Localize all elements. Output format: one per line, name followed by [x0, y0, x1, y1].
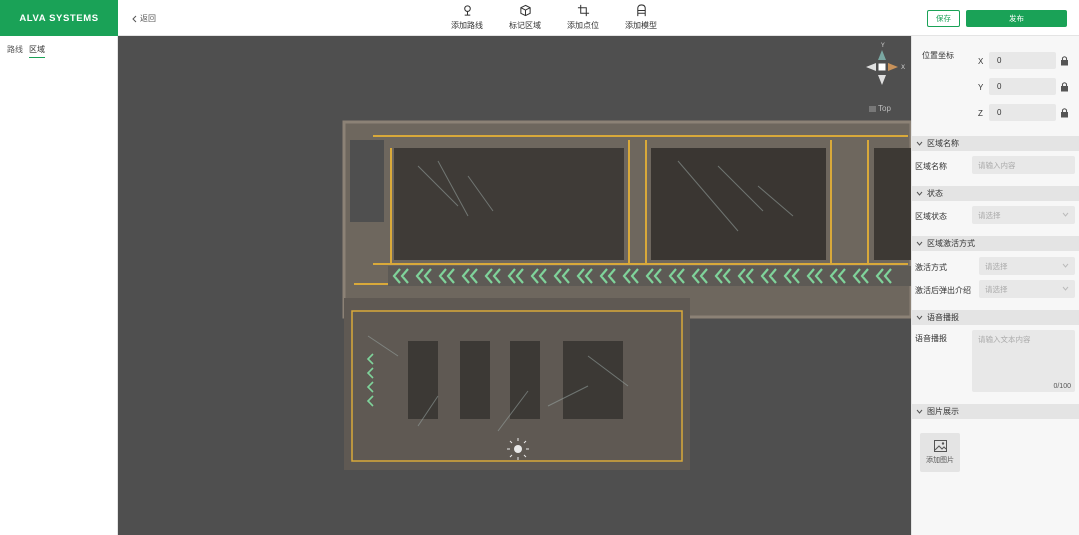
lock-icon[interactable] [1060, 107, 1069, 118]
gizmo-neg-y-arrow [878, 75, 886, 85]
coordinate-x-input[interactable]: 0 [989, 52, 1056, 69]
voice-label: 语音播报 [915, 334, 947, 343]
gizmo-y-arrow [878, 50, 886, 60]
tool-group: 添加路线 标记区域 添加点位 添加模型 [438, 4, 670, 34]
chevron-down-icon [916, 191, 923, 196]
add-route-label: 添加路线 [451, 21, 483, 30]
axis-x-label: X [978, 57, 984, 66]
save-button[interactable]: 保存 [927, 10, 960, 27]
section-activation-title: 区域激活方式 [927, 239, 975, 248]
menu-icon [869, 106, 876, 111]
tab-route[interactable]: 路线 [7, 44, 23, 58]
add-image-label: 添加图片 [926, 457, 954, 464]
voice-char-counter: 0/100 [1053, 383, 1071, 390]
section-voice-title: 语音播报 [927, 313, 959, 322]
left-panel: 路线 区域 [0, 36, 118, 535]
activation-method-label: 激活方式 [915, 263, 947, 272]
add-image-button[interactable]: 添加图片 [920, 433, 960, 472]
view-mode-label: Top [878, 104, 891, 113]
back-button[interactable]: 返回 [131, 13, 156, 24]
crop-icon [577, 4, 589, 17]
gizmo-x-label: X [901, 64, 905, 71]
chevron-down-icon [916, 315, 923, 320]
gizmo-y-label: Y [880, 42, 885, 49]
chevron-left-icon [132, 15, 137, 22]
back-label: 返回 [140, 14, 156, 23]
activation-method-placeholder: 请选择 [985, 262, 1008, 271]
activation-popup-label: 激活后弹出介绍 [915, 286, 971, 295]
section-voice-header[interactable]: 语音播报 [912, 310, 1079, 325]
coordinate-row-y: Y 0 [912, 78, 1079, 96]
mark-area-button[interactable]: 标记区域 [496, 4, 554, 34]
model-icon [636, 4, 646, 17]
section-area-name-header[interactable]: 区域名称 [912, 136, 1079, 151]
voice-placeholder: 请输入文本内容 [978, 335, 1031, 344]
room-left [394, 148, 624, 260]
room-right [874, 148, 911, 260]
voice-textarea[interactable]: 请输入文本内容 0/100 [972, 330, 1075, 392]
section-status-title: 状态 [927, 189, 943, 198]
add-model-label: 添加模型 [625, 21, 657, 30]
add-point-label: 添加点位 [567, 21, 599, 30]
top-toolbar: ALVA SYSTEMS 返回 添加路线 标记区域 添加点位 添加模型 保存 发… [0, 0, 1079, 36]
area-status-placeholder: 请选择 [978, 211, 1001, 220]
section-images-header[interactable]: 图片展示 [912, 404, 1079, 419]
chevron-down-icon [916, 241, 923, 246]
coordinate-row-x: X 0 [912, 52, 1079, 70]
property-panel: 位置坐标 X 0 Y 0 Z 0 区域名称 区域名称 请输入内容 状态 区域状态… [911, 36, 1079, 535]
route-icon [463, 5, 471, 16]
activation-popup-placeholder: 请选择 [985, 285, 1008, 294]
corridor [388, 266, 911, 286]
room-middle [651, 148, 826, 260]
publish-button[interactable]: 发布 [966, 10, 1067, 27]
gizmo-x-arrow [888, 63, 898, 71]
brand-logo: ALVA SYSTEMS [0, 0, 118, 36]
lock-icon[interactable] [1060, 55, 1069, 66]
section-status-header[interactable]: 状态 [912, 186, 1079, 201]
coordinate-y-input[interactable]: 0 [989, 78, 1056, 95]
axis-y-label: Y [978, 83, 984, 92]
mark-area-label: 标记区域 [509, 21, 541, 30]
section-images-title: 图片展示 [927, 407, 959, 416]
left-tabs: 路线 区域 [7, 44, 45, 58]
cube-icon [519, 4, 531, 17]
image-icon [933, 440, 947, 452]
chevron-down-icon [1062, 263, 1069, 268]
add-route-button[interactable]: 添加路线 [438, 4, 496, 34]
chevron-down-icon [1062, 286, 1069, 291]
chevron-down-icon [1062, 212, 1069, 217]
add-point-button[interactable]: 添加点位 [554, 4, 612, 34]
chevron-down-icon [916, 409, 923, 414]
chevron-down-icon [916, 141, 923, 146]
area-status-label: 区域状态 [915, 212, 947, 221]
open-gap [350, 140, 384, 222]
area-name-input[interactable]: 请输入内容 [972, 156, 1075, 174]
area-status-select[interactable]: 请选择 [972, 206, 1075, 224]
orientation-gizmo[interactable]: Y X [864, 41, 908, 91]
point-cloud-scene [342, 120, 911, 470]
activation-popup-select[interactable]: 请选择 [979, 280, 1075, 298]
lock-icon[interactable] [1060, 81, 1069, 92]
tab-area[interactable]: 区域 [29, 44, 45, 58]
activation-method-select[interactable]: 请选择 [979, 257, 1075, 275]
view-mode-indicator[interactable]: Top [869, 104, 891, 113]
area-name-label: 区域名称 [915, 162, 947, 171]
section-area-name-title: 区域名称 [927, 139, 959, 148]
gizmo-neg-x-arrow [866, 63, 876, 71]
section-activation-header[interactable]: 区域激活方式 [912, 236, 1079, 251]
coordinate-row-z: Z 0 [912, 104, 1079, 122]
gizmo-center-cube [878, 63, 886, 71]
axis-z-label: Z [978, 109, 983, 118]
coordinate-z-input[interactable]: 0 [989, 104, 1056, 121]
add-model-button[interactable]: 添加模型 [612, 4, 670, 34]
3d-viewport[interactable]: Y X Top [118, 36, 911, 535]
